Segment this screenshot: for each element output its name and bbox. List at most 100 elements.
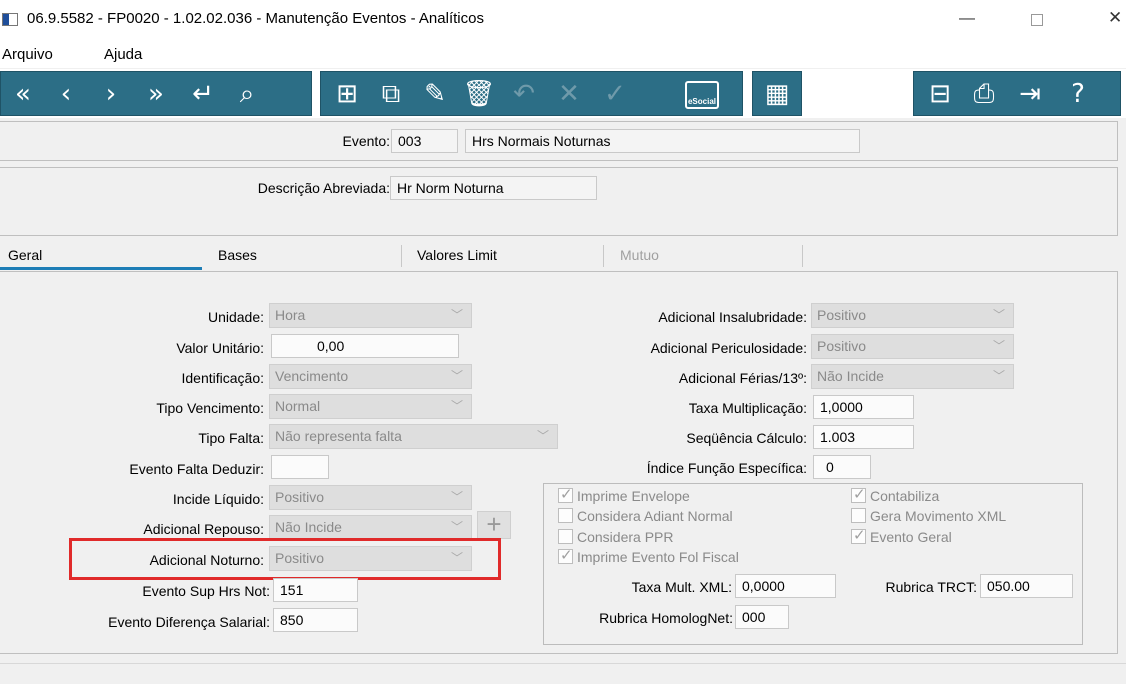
new-icon[interactable]: ⊞ xyxy=(329,76,365,112)
evento-dif-salarial-input[interactable]: 850 xyxy=(273,608,358,632)
evento-name-input[interactable]: Hrs Normais Noturnas xyxy=(465,129,860,153)
adic-insalubridade-select[interactable]: Positivo ﹀ xyxy=(811,303,1014,328)
descricao-input[interactable]: Hr Norm Noturna xyxy=(390,176,597,200)
menu-arquivo[interactable]: Arquivo xyxy=(2,46,53,63)
toolbar-calendar-group: ▦ xyxy=(752,71,802,116)
checkbox-checked-icon[interactable] xyxy=(851,485,866,503)
checkbox-checked-icon[interactable] xyxy=(558,485,573,503)
rubrica-homolognet-input[interactable]: 000 xyxy=(735,605,789,629)
incide-liquido-value: Positivo xyxy=(275,489,325,505)
chk-considera-adiant-normal[interactable]: Considera Adiant Normal xyxy=(558,508,733,524)
indice-funcao-input[interactable]: 0 xyxy=(813,455,871,479)
last-icon[interactable]: » xyxy=(138,76,174,112)
tab-separator xyxy=(802,245,803,267)
identificacao-select[interactable]: Vencimento ﹀ xyxy=(269,364,472,389)
checkbox-icon[interactable] xyxy=(558,529,573,544)
descricao-label: Descrição Abreviada: xyxy=(257,180,390,196)
chk-gera-movimento-xml[interactable]: Gera Movimento XML xyxy=(851,508,1006,524)
tipo-vencimento-value: Normal xyxy=(275,398,321,414)
copy-icon[interactable]: ⧉ xyxy=(373,76,409,112)
adic-insalubridade-value: Positivo xyxy=(817,307,867,323)
evento-panel: Evento: 003 Hrs Normais Noturnas xyxy=(0,121,1118,161)
confirm-icon[interactable]: ✓ xyxy=(597,76,633,112)
chevron-down-icon: ﹀ xyxy=(992,308,1005,322)
calendar-icon[interactable]: ▦ xyxy=(759,76,795,112)
unidade-label: Unidade: xyxy=(207,309,264,325)
tipo-vencimento-select[interactable]: Normal ﹀ xyxy=(269,394,472,419)
chk-evento-geral-label: Evento Geral xyxy=(870,529,952,545)
toolbar-edit-group: ⊞ ⧉ ✎ 🗑 ↶ ✕ ✓ eSocial xyxy=(320,71,743,116)
tipo-falta-select[interactable]: Não representa falta ﹀ xyxy=(269,424,558,449)
menu-ajuda[interactable]: Ajuda xyxy=(104,46,142,63)
chk-imprime-evento-fol-fiscal[interactable]: Imprime Evento Fol Fiscal xyxy=(558,546,739,565)
evento-dif-salarial-label: Evento Diferença Salarial: xyxy=(108,614,270,630)
unidade-value: Hora xyxy=(275,307,306,323)
tab-valores-limit[interactable]: Valores Limit xyxy=(409,241,589,270)
tab-mutuo[interactable]: Mutuo xyxy=(612,241,802,270)
chevron-down-icon: ﹀ xyxy=(450,308,463,322)
adicional-repouso-select[interactable]: Não Incide ﹀ xyxy=(269,515,472,540)
exit-icon[interactable]: ⇥ xyxy=(1012,76,1048,112)
adicional-repouso-value: Não Incide xyxy=(275,519,342,535)
adic-ferias-select[interactable]: Não Incide ﹀ xyxy=(811,364,1014,389)
evento-falta-deduzir-input[interactable] xyxy=(271,455,329,479)
status-bar xyxy=(0,663,1126,684)
tab-geral[interactable]: Geral xyxy=(0,241,202,270)
chk-contabiliza[interactable]: Contabiliza xyxy=(851,485,939,504)
print-icon[interactable]: ⎙ xyxy=(966,76,1002,112)
close-button[interactable]: ✕ xyxy=(1108,8,1126,30)
chk-imprime-envelope-label: Imprime Envelope xyxy=(577,488,690,504)
evento-code-input[interactable]: 003 xyxy=(391,129,458,153)
cancel-icon[interactable]: ✕ xyxy=(551,76,587,112)
first-icon[interactable]: « xyxy=(5,76,41,112)
chevron-down-icon: ﹀ xyxy=(450,369,463,383)
tab-separator xyxy=(603,245,604,267)
next-icon[interactable]: › xyxy=(93,76,129,112)
esocial-icon[interactable]: eSocial xyxy=(685,81,719,109)
adic-ferias-value: Não Incide xyxy=(817,368,884,384)
minimize-button[interactable]: — xyxy=(955,10,979,30)
chk-evento-geral[interactable]: Evento Geral xyxy=(851,526,952,545)
maximize-button[interactable] xyxy=(1031,14,1043,26)
add-button[interactable]: + xyxy=(477,511,511,539)
tree-icon[interactable]: ⊟ xyxy=(922,76,958,112)
toolbar-right-group: ⊟ ⎙ ⇥ ? xyxy=(913,71,1121,116)
identificacao-value: Vencimento xyxy=(275,368,349,384)
taxa-mult-xml-label: Taxa Mult. XML: xyxy=(631,579,732,595)
checkbox-checked-icon[interactable] xyxy=(558,546,573,564)
chevron-down-icon: ﹀ xyxy=(450,490,463,504)
checkbox-checked-icon[interactable] xyxy=(851,526,866,544)
highlight-box xyxy=(69,538,501,580)
chk-considera-ppr[interactable]: Considera PPR xyxy=(558,529,674,545)
prev-icon[interactable]: ‹ xyxy=(48,76,84,112)
rubrica-trct-input[interactable]: 050.00 xyxy=(980,574,1073,598)
evento-sup-hrs-not-label: Evento Sup Hrs Not: xyxy=(142,583,270,599)
edit-icon[interactable]: ✎ xyxy=(417,76,453,112)
taxa-multiplicacao-input[interactable]: 1,0000 xyxy=(813,395,914,419)
chevron-down-icon: ﹀ xyxy=(450,399,463,413)
toolbar-nav-group: « ‹ › » ↵ ⌕ xyxy=(0,71,312,116)
unidade-select[interactable]: Hora ﹀ xyxy=(269,303,472,328)
adic-periculosidade-select[interactable]: Positivo ﹀ xyxy=(811,334,1014,359)
search-icon[interactable]: ⌕ xyxy=(229,76,265,112)
return-icon[interactable]: ↵ xyxy=(185,76,221,112)
taxa-mult-xml-input[interactable]: 0,0000 xyxy=(735,574,836,598)
evento-sup-hrs-not-input[interactable]: 151 xyxy=(273,578,358,602)
undo-icon[interactable]: ↶ xyxy=(506,76,542,112)
rubrica-trct-label: Rubrica TRCT: xyxy=(885,579,977,595)
app-icon xyxy=(2,13,18,26)
chk-imprime-envelope[interactable]: Imprime Envelope xyxy=(558,485,690,504)
menu-bar: Arquivo Ajuda xyxy=(0,44,1126,68)
chevron-down-icon: ﹀ xyxy=(992,339,1005,353)
checkbox-icon[interactable] xyxy=(558,508,573,523)
incide-liquido-select[interactable]: Positivo ﹀ xyxy=(269,485,472,510)
delete-icon[interactable]: 🗑 xyxy=(461,76,497,112)
sequencia-calculo-input[interactable]: 1.003 xyxy=(813,425,914,449)
identificacao-label: Identificação: xyxy=(181,370,265,386)
checkbox-icon[interactable] xyxy=(851,508,866,523)
tab-bases[interactable]: Bases xyxy=(210,241,390,270)
valor-unitario-input[interactable]: 0,00 xyxy=(271,334,459,358)
help-icon[interactable]: ? xyxy=(1060,76,1096,112)
tab-separator xyxy=(401,245,402,267)
window-title: 06.9.5582 - FP0020 - 1.02.02.036 - Manut… xyxy=(27,10,484,27)
